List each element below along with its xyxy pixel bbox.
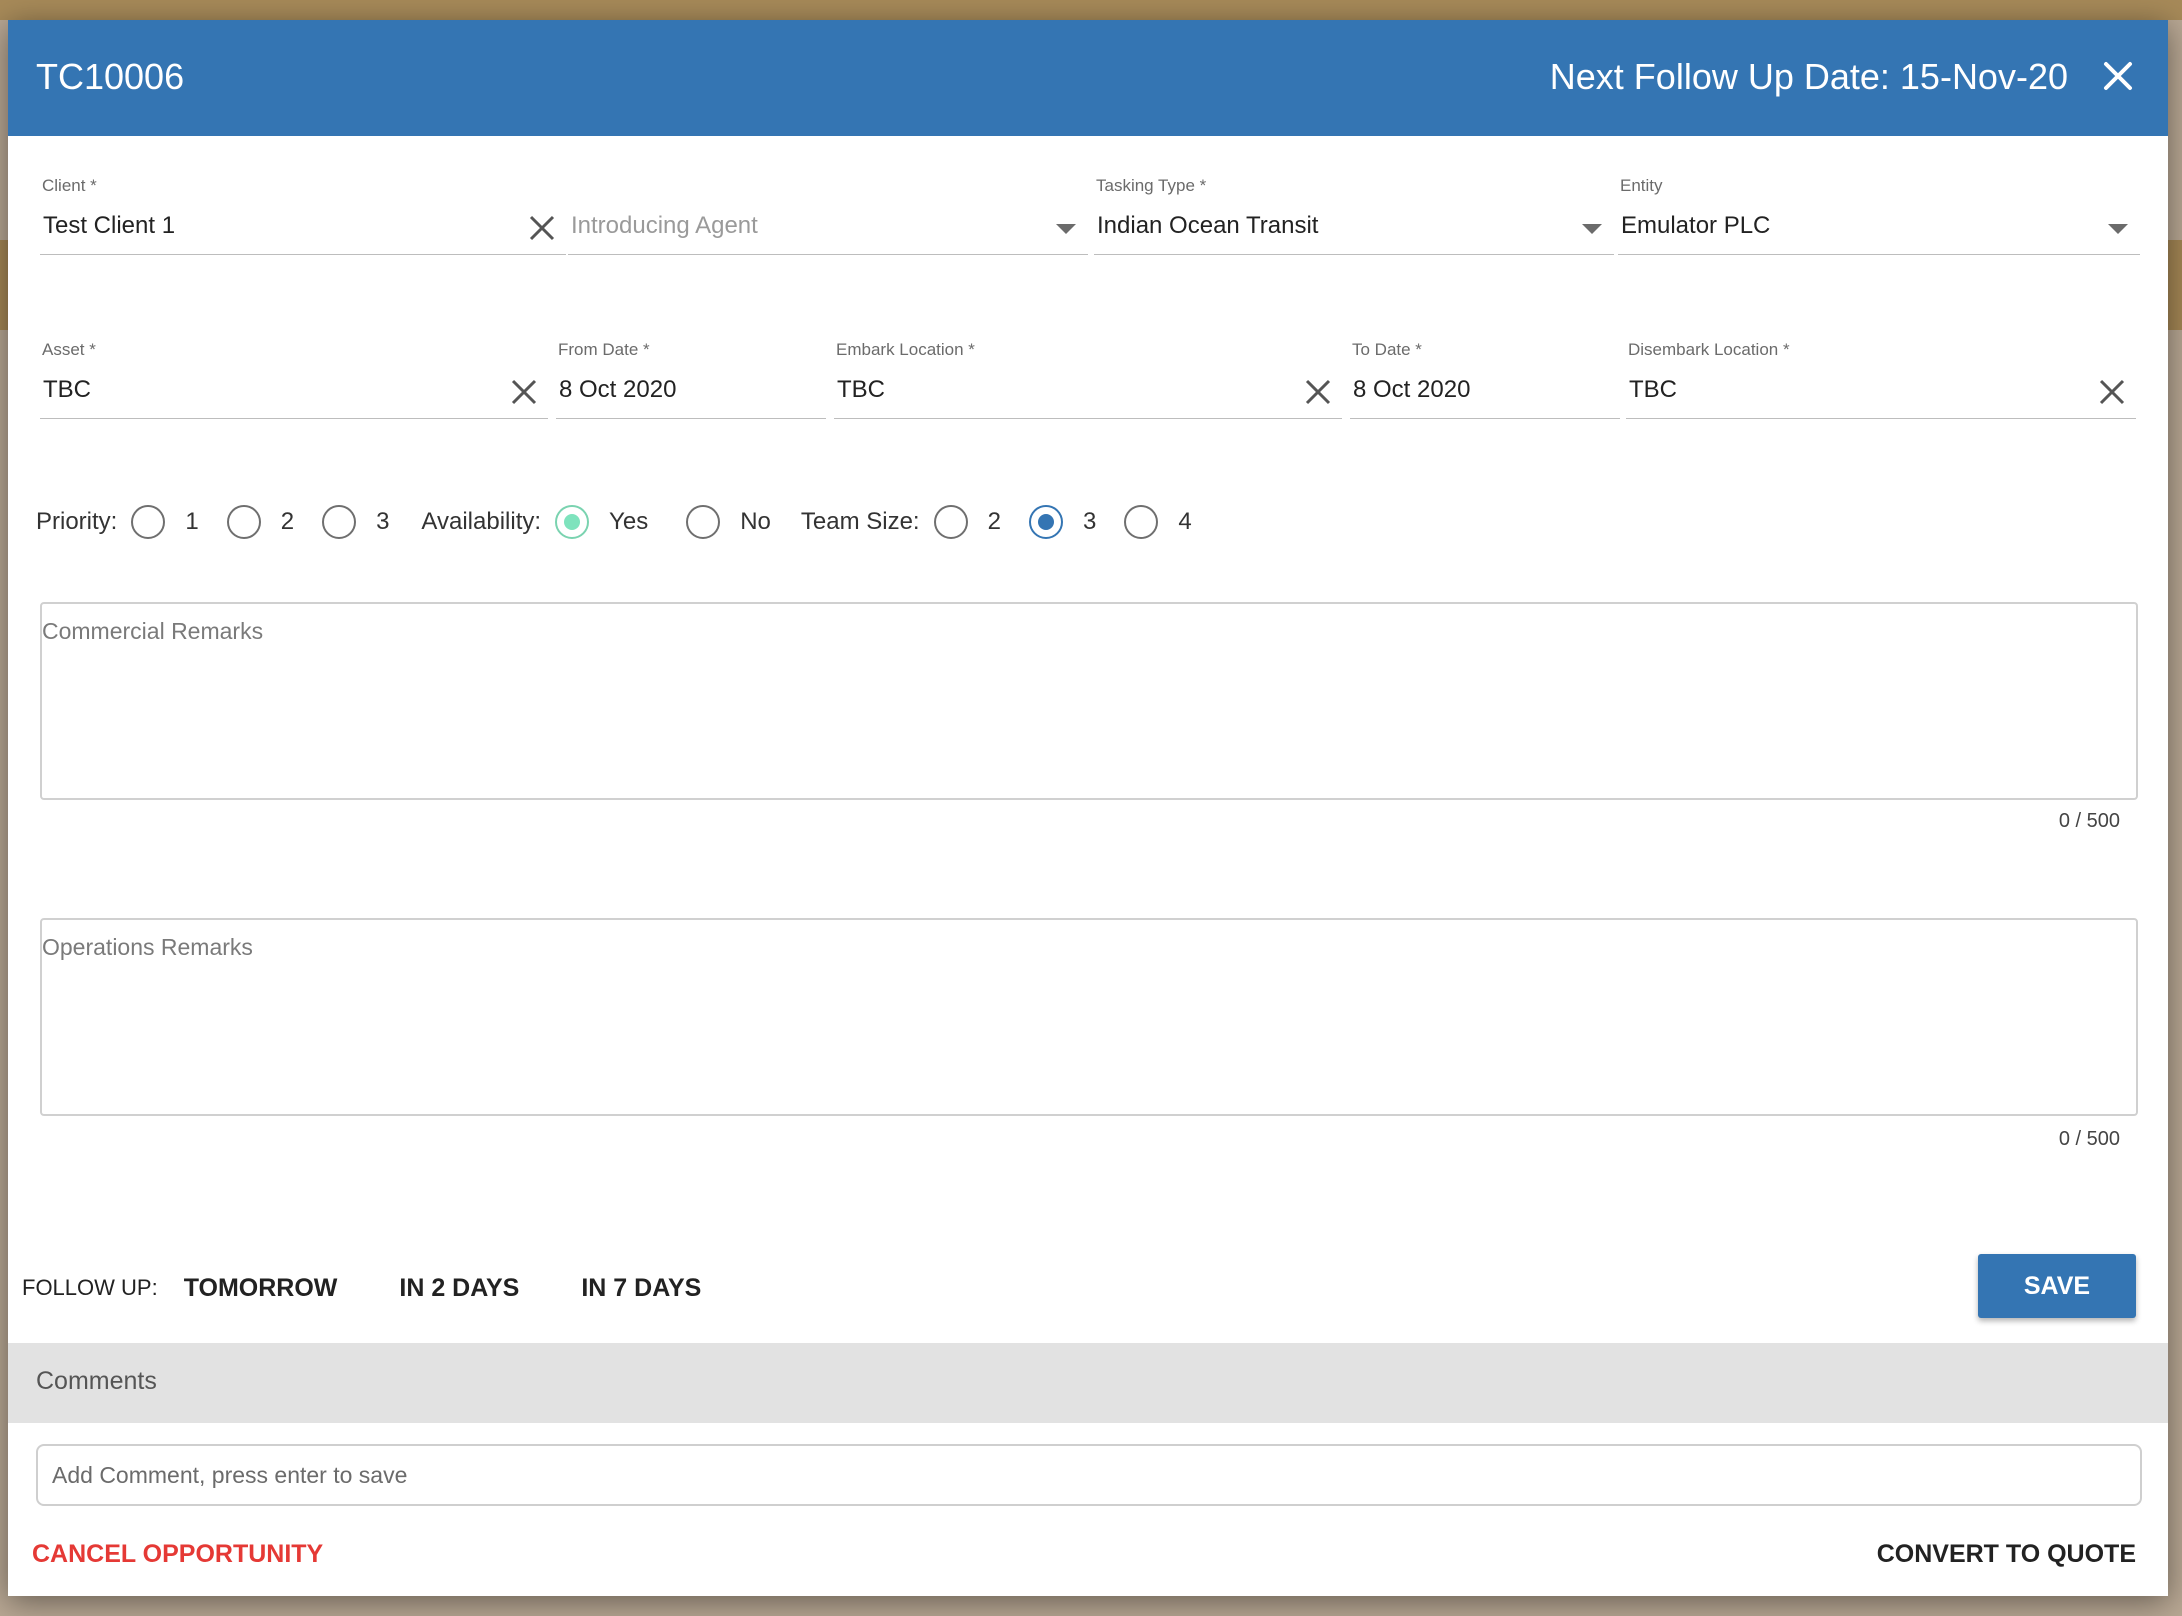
from-date-label: From Date * bbox=[558, 340, 650, 359]
team-size-label: Team Size: bbox=[800, 508, 920, 535]
embark-location-value[interactable]: TBC bbox=[837, 376, 885, 404]
disembark-location-label: Disembark Location * bbox=[1628, 340, 1790, 359]
operations-remarks-counter: 0 / 500 bbox=[2058, 1128, 2120, 1150]
follow-up-row: FOLLOW UP: TOMORROW IN 2 DAYS IN 7 DAYS bbox=[22, 1263, 763, 1313]
client-underline bbox=[40, 254, 566, 255]
client-value[interactable]: Test Client 1 bbox=[43, 212, 175, 240]
asset-field[interactable]: Asset * TBC bbox=[40, 340, 548, 420]
convert-to-quote-button[interactable]: CONVERT TO QUOTE bbox=[1877, 1540, 2136, 1569]
radio-groups-row: Priority: 1 2 3 Availability: Yes No Tea… bbox=[36, 497, 1220, 547]
introducing-agent-placeholder[interactable]: Introducing Agent bbox=[571, 212, 758, 240]
radio-circle[interactable] bbox=[1124, 505, 1159, 539]
client-label: Client * bbox=[42, 176, 97, 195]
disembark-location-underline bbox=[1626, 418, 2136, 419]
asset-value[interactable]: TBC bbox=[43, 376, 91, 404]
to-date-field[interactable]: To Date * 8 Oct 2020 bbox=[1350, 340, 1620, 420]
to-date-underline bbox=[1350, 418, 1620, 419]
radio-circle[interactable] bbox=[131, 505, 166, 539]
embark-location-underline bbox=[834, 418, 1342, 419]
tasking-type-underline bbox=[1094, 254, 1614, 255]
next-follow-up-date: 15-Nov-20 bbox=[1899, 56, 2068, 97]
next-follow-up-label: Next Follow Up Date: bbox=[1549, 56, 1890, 97]
embark-location-field[interactable]: Embark Location * TBC bbox=[834, 340, 1342, 420]
team-size-option-label: 3 bbox=[1082, 508, 1097, 535]
client-field[interactable]: Client * Test Client 1 bbox=[40, 176, 566, 256]
comments-header: Comments bbox=[8, 1343, 2168, 1423]
availability-option-yes[interactable]: Yes bbox=[555, 505, 648, 539]
disembark-location-field[interactable]: Disembark Location * TBC bbox=[1626, 340, 2136, 420]
from-date-underline bbox=[556, 418, 826, 419]
to-date-label: To Date * bbox=[1352, 340, 1422, 359]
entity-dropdown-icon[interactable] bbox=[2108, 224, 2128, 234]
operations-remarks-textarea[interactable]: Operations Remarks bbox=[40, 918, 2138, 1116]
to-date-value[interactable]: 8 Oct 2020 bbox=[1353, 376, 1470, 404]
follow-up-label: FOLLOW UP: bbox=[22, 1275, 158, 1300]
availability-option-label: No bbox=[740, 508, 771, 535]
introducing-agent-underline bbox=[568, 254, 1088, 255]
next-follow-up: Next Follow Up Date: 15-Nov-20 bbox=[1550, 56, 2068, 98]
follow-up-2-days-button[interactable]: IN 2 DAYS bbox=[399, 1274, 519, 1303]
clear-embark-location-icon[interactable] bbox=[1304, 378, 1332, 406]
close-icon[interactable] bbox=[2100, 58, 2136, 94]
from-date-field[interactable]: From Date * 8 Oct 2020 bbox=[556, 340, 826, 420]
radio-circle[interactable] bbox=[322, 505, 357, 539]
add-comment-input[interactable] bbox=[36, 1444, 2142, 1506]
team-size-option-4[interactable]: 4 bbox=[1124, 505, 1192, 539]
tasking-type-value[interactable]: Indian Ocean Transit bbox=[1097, 212, 1318, 240]
radio-circle[interactable] bbox=[933, 505, 968, 539]
team-size-option-label: 2 bbox=[987, 508, 1001, 535]
entity-label: Entity bbox=[1620, 176, 1663, 195]
entity-field[interactable]: Entity Emulator PLC bbox=[1618, 176, 2140, 256]
entity-value[interactable]: Emulator PLC bbox=[1621, 212, 1770, 240]
opportunity-dialog: TC10006 Next Follow Up Date: 15-Nov-20 Cl… bbox=[8, 20, 2168, 1596]
priority-option-1[interactable]: 1 bbox=[131, 505, 199, 539]
opportunity-reference: TC10006 bbox=[36, 56, 185, 97]
commercial-remarks-counter: 0 / 500 bbox=[2058, 810, 2120, 832]
disembark-location-value[interactable]: TBC bbox=[1629, 376, 1677, 404]
priority-option-label: 2 bbox=[280, 508, 295, 535]
availability-label: Availability: bbox=[421, 508, 542, 535]
embark-location-label: Embark Location * bbox=[836, 340, 975, 359]
follow-up-tomorrow-button[interactable]: TOMORROW bbox=[184, 1274, 338, 1303]
tasking-type-dropdown-icon[interactable] bbox=[1582, 224, 1602, 234]
clear-asset-icon[interactable] bbox=[510, 378, 538, 406]
team-size-option-label: 4 bbox=[1178, 508, 1192, 535]
priority-option-label: 1 bbox=[185, 508, 199, 535]
clear-disembark-location-icon[interactable] bbox=[2098, 378, 2126, 406]
radio-circle-selected[interactable] bbox=[555, 505, 590, 539]
priority-label: Priority: bbox=[36, 508, 118, 535]
comments-title: Comments bbox=[36, 1367, 157, 1395]
entity-underline bbox=[1618, 254, 2140, 255]
follow-up-7-days-button[interactable]: IN 7 DAYS bbox=[581, 1274, 701, 1303]
team-size-option-3[interactable]: 3 bbox=[1028, 505, 1097, 539]
dialog-header: TC10006 Next Follow Up Date: 15-Nov-20 bbox=[8, 20, 2168, 136]
cancel-opportunity-button[interactable]: CANCEL OPPORTUNITY bbox=[32, 1540, 323, 1569]
availability-option-no[interactable]: No bbox=[686, 505, 771, 539]
priority-option-3[interactable]: 3 bbox=[322, 505, 389, 539]
operations-remarks-placeholder: Operations Remarks bbox=[42, 934, 253, 960]
team-size-option-2[interactable]: 2 bbox=[933, 505, 1001, 539]
priority-option-2[interactable]: 2 bbox=[226, 505, 295, 539]
priority-option-label: 3 bbox=[376, 508, 390, 535]
asset-underline bbox=[40, 418, 548, 419]
radio-circle[interactable] bbox=[226, 505, 261, 539]
asset-label: Asset * bbox=[42, 340, 96, 359]
tasking-type-field[interactable]: Tasking Type * Indian Ocean Transit bbox=[1094, 176, 1614, 256]
tasking-type-label: Tasking Type * bbox=[1096, 176, 1207, 195]
introducing-agent-field[interactable]: Introducing Agent bbox=[568, 176, 1088, 256]
radio-circle[interactable] bbox=[686, 505, 721, 539]
clear-client-icon[interactable] bbox=[528, 214, 556, 242]
from-date-value[interactable]: 8 Oct 2020 bbox=[559, 376, 676, 404]
introducing-agent-dropdown-icon[interactable] bbox=[1056, 224, 1076, 234]
commercial-remarks-textarea[interactable]: Commercial Remarks bbox=[40, 602, 2138, 800]
commercial-remarks-placeholder: Commercial Remarks bbox=[42, 618, 264, 644]
availability-option-label: Yes bbox=[609, 508, 649, 535]
radio-circle-selected[interactable] bbox=[1028, 505, 1063, 539]
save-button[interactable]: SAVE bbox=[1978, 1254, 2136, 1318]
